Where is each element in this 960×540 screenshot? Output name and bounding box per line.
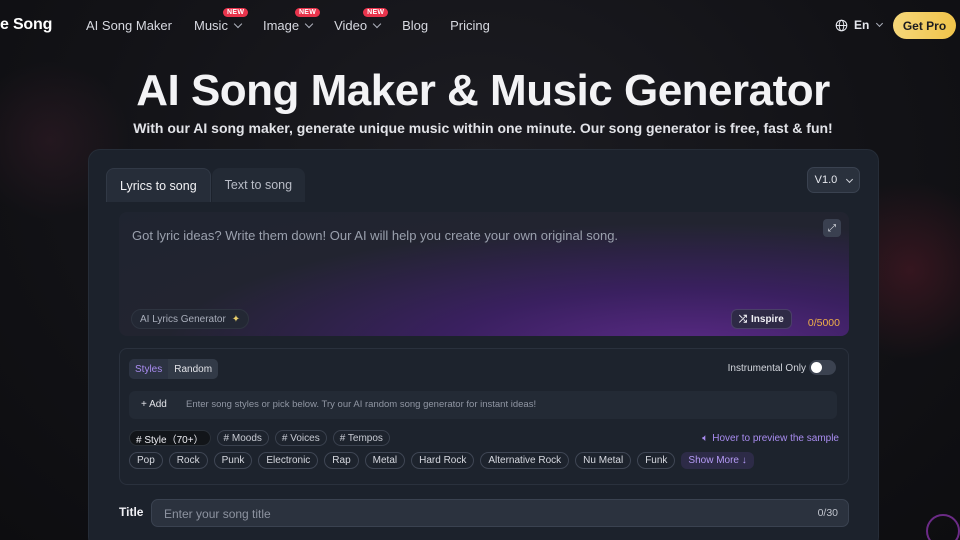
get-pro-button[interactable]: Get Pro	[893, 12, 956, 39]
top-navigation: e Song AI Song Maker Music NEW Image NEW…	[0, 0, 960, 52]
hover-preview-note: 🔈︎ Hover to preview the sample	[702, 433, 839, 444]
segment-random[interactable]: Random	[168, 359, 219, 379]
styles-segmented-control: Styles Random	[129, 359, 219, 379]
style-chip[interactable]: Rap	[324, 452, 359, 469]
song-generator-card: Lyrics to song Text to song V1.0 Got lyr…	[88, 149, 879, 540]
chevron-down-icon	[304, 19, 314, 29]
decorative-ring	[926, 514, 960, 540]
menu-item-pricing[interactable]: Pricing	[450, 18, 490, 33]
ai-lyrics-generator-button[interactable]: AI Lyrics Generator ✦	[131, 309, 250, 329]
instrumental-only-label: Instrumental Only	[727, 363, 806, 374]
lyrics-textarea[interactable]: Got lyric ideas? Write them down! Our AI…	[119, 212, 849, 336]
style-categories: # Style（70+） # Moods # Voices # Tempos	[129, 430, 390, 446]
title-label: Title	[119, 505, 144, 519]
menu-item-label: Image	[262, 18, 300, 33]
style-chip[interactable]: Alternative Rock	[480, 452, 570, 469]
style-chip[interactable]: Nu Metal	[575, 452, 632, 469]
song-title-placeholder: Enter your song title	[164, 507, 271, 521]
menu-item-label: AI Song Maker	[86, 18, 172, 33]
brand-logo[interactable]: e Song	[0, 16, 52, 34]
style-chips: Pop Rock Punk Electronic Rap Metal Hard …	[129, 452, 754, 469]
chevron-down-icon	[846, 175, 854, 183]
language-selector[interactable]: En	[835, 18, 884, 32]
expand-icon[interactable]: ⤢	[823, 219, 841, 237]
styles-panel: Styles Random Instrumental Only + Add En…	[119, 348, 849, 485]
menu-item-ai-song-maker[interactable]: AI Song Maker	[86, 18, 172, 33]
style-chip[interactable]: Electronic	[258, 452, 319, 469]
inspire-button[interactable]: ⤮ Inspire	[731, 309, 792, 329]
style-chip[interactable]: Hard Rock	[411, 452, 475, 469]
shuffle-icon: ⤮	[739, 313, 747, 325]
chevron-down-icon	[233, 19, 243, 29]
style-input-placeholder: Enter song styles or pick below. Try our…	[186, 399, 537, 410]
new-badge: NEW	[294, 8, 321, 17]
menu-item-label: Blog	[402, 18, 429, 33]
sparkle-icon: ✦	[231, 313, 241, 325]
main-menu: AI Song Maker Music NEW Image NEW Video …	[86, 8, 512, 33]
menu-item-label: Pricing	[450, 18, 490, 33]
style-input[interactable]: + Add Enter song styles or pick below. T…	[129, 391, 837, 419]
style-chip[interactable]: Punk	[213, 452, 253, 469]
mode-tabs: Lyrics to song Text to song	[106, 168, 306, 202]
tab-text-to-song[interactable]: Text to song	[211, 168, 306, 202]
lyrics-placeholder: Got lyric ideas? Write them down! Our AI…	[132, 228, 619, 243]
add-style-button[interactable]: + Add	[141, 399, 167, 410]
globe-icon	[835, 19, 848, 31]
style-chip[interactable]: Funk	[637, 452, 676, 469]
new-badge: NEW	[363, 8, 389, 17]
style-chip[interactable]: Rock	[168, 452, 208, 469]
lyrics-char-count: 0/5000	[807, 317, 840, 329]
hover-preview-text: Hover to preview the sample	[712, 433, 839, 444]
version-dropdown[interactable]: V1.0	[807, 167, 860, 193]
inspire-label: Inspire	[751, 313, 784, 325]
category-moods[interactable]: # Moods	[216, 430, 269, 446]
version-label: V1.0	[814, 174, 838, 186]
chevron-down-icon	[372, 19, 382, 29]
style-chip[interactable]: Metal	[364, 452, 406, 469]
instrumental-only-toggle[interactable]	[809, 360, 836, 375]
new-badge: NEW	[223, 8, 249, 17]
title-char-count: 0/30	[817, 507, 838, 519]
ai-lyrics-generator-label: AI Lyrics Generator	[140, 313, 226, 325]
page-title: AI Song Maker & Music Generator	[136, 66, 830, 115]
tab-lyrics-to-song[interactable]: Lyrics to song	[106, 168, 211, 202]
menu-item-video[interactable]: Video NEW	[334, 8, 389, 33]
segment-styles[interactable]: Styles	[129, 359, 169, 379]
speaker-icon: 🔈︎	[702, 433, 709, 444]
menu-item-blog[interactable]: Blog	[402, 18, 428, 33]
category-style[interactable]: # Style（70+）	[129, 430, 211, 446]
chevron-down-icon	[876, 19, 884, 28]
song-title-input[interactable]: Enter your song title 0/30	[151, 499, 849, 527]
category-tempos[interactable]: # Tempos	[332, 430, 390, 446]
language-label: En	[854, 18, 870, 32]
menu-item-image[interactable]: Image NEW	[262, 8, 321, 33]
style-chip[interactable]: Pop	[129, 452, 163, 469]
show-more-button[interactable]: Show More ↓	[681, 452, 754, 469]
menu-item-label: Music	[194, 18, 228, 33]
menu-item-label: Video	[334, 18, 368, 33]
menu-item-music[interactable]: Music NEW	[194, 8, 249, 33]
category-voices[interactable]: # Voices	[274, 430, 327, 446]
page-subtitle: With our AI song maker, generate unique …	[133, 120, 833, 136]
